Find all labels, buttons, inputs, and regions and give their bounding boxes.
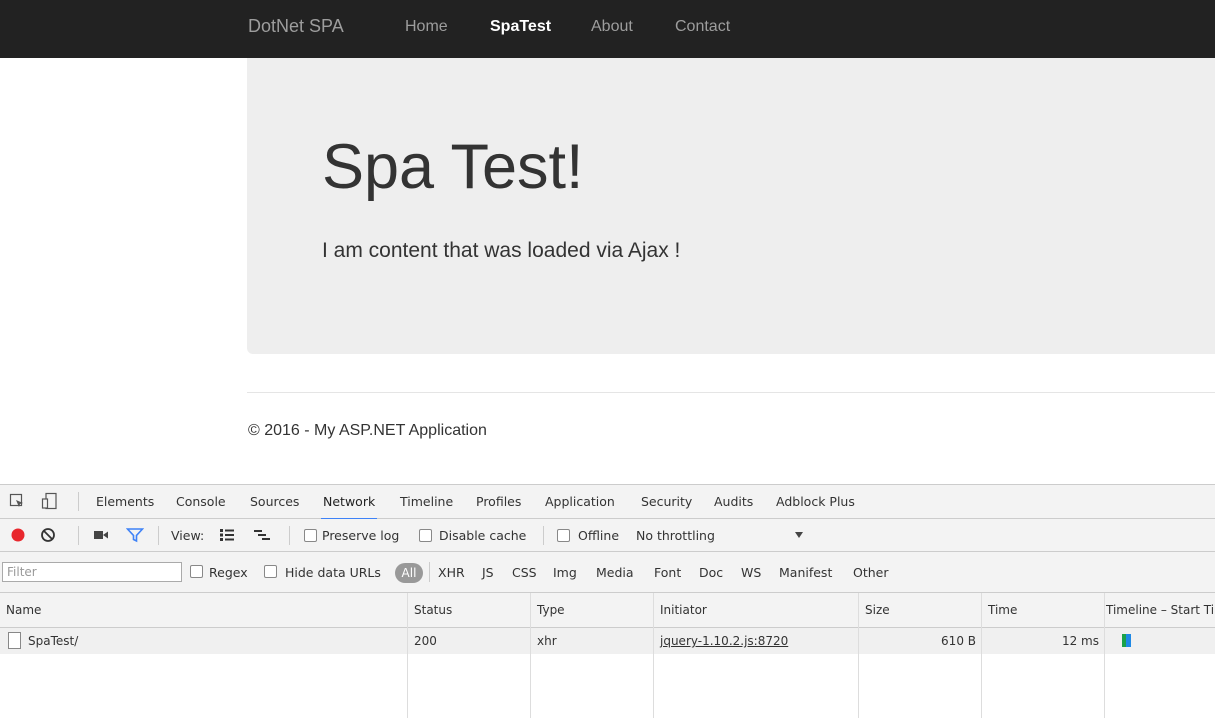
tab-application[interactable]: Application	[545, 494, 615, 509]
offline-label: Offline	[578, 528, 620, 543]
regex-checkbox[interactable]	[190, 565, 203, 578]
column-header-timeline[interactable]: Timeline – Start Ti	[1106, 603, 1214, 617]
nav-link-about[interactable]: About	[591, 18, 633, 36]
jumbotron: Spa Test! I am content that was loaded v…	[247, 58, 1215, 354]
hide-data-urls-checkbox[interactable]	[264, 565, 277, 578]
filter-type-img[interactable]: Img	[553, 565, 577, 580]
column-divider	[858, 593, 859, 718]
disable-cache-checkbox[interactable]	[419, 529, 432, 542]
filter-type-xhr[interactable]: XHR	[438, 565, 465, 580]
devtools-panel: Elements Console Sources Network Timelin…	[0, 484, 1215, 718]
tab-security[interactable]: Security	[641, 494, 692, 509]
separator	[78, 526, 79, 545]
offline-checkbox[interactable]	[557, 529, 570, 542]
filter-input[interactable]	[2, 562, 182, 582]
tab-audits[interactable]: Audits	[714, 494, 753, 509]
tab-profiles[interactable]: Profiles	[476, 494, 521, 509]
footer-divider	[247, 392, 1215, 393]
column-divider	[981, 593, 982, 718]
request-status: 200	[414, 634, 437, 648]
jumbotron-text: I am content that was loaded via Ajax !	[322, 239, 681, 262]
overview-waterfall-icon[interactable]	[253, 528, 271, 542]
network-table-header: Name Status Type Initiator Size Time Tim…	[0, 593, 1215, 628]
filter-type-all[interactable]: All	[395, 563, 423, 583]
column-divider	[407, 593, 408, 718]
separator	[158, 526, 159, 545]
filter-type-manifest[interactable]: Manifest	[779, 565, 832, 580]
tab-network[interactable]: Network	[320, 494, 378, 520]
column-divider	[653, 593, 654, 718]
column-header-name[interactable]: Name	[6, 603, 41, 617]
filter-type-doc[interactable]: Doc	[699, 565, 723, 580]
column-header-time[interactable]: Time	[988, 603, 1017, 617]
filter-type-css[interactable]: CSS	[512, 565, 537, 580]
separator	[78, 492, 79, 511]
column-header-type[interactable]: Type	[537, 603, 565, 617]
filter-type-ws[interactable]: WS	[741, 565, 761, 580]
nav-link-contact[interactable]: Contact	[675, 18, 730, 36]
filter-bar: Regex Hide data URLs All XHR JS CSS Img …	[0, 552, 1215, 593]
disable-cache-label: Disable cache	[439, 528, 527, 543]
table-row[interactable]: SpaTest/ 200 xhr jquery-1.10.2.js:8720 6…	[0, 628, 1215, 654]
navbar: DotNet SPA Home SpaTest About Contact	[0, 0, 1215, 58]
column-divider	[1104, 593, 1105, 718]
request-size: 610 B	[941, 634, 976, 648]
timeline-bar	[1122, 634, 1131, 647]
request-time: 12 ms	[1061, 634, 1099, 648]
filter-type-font[interactable]: Font	[654, 565, 681, 580]
document-icon	[8, 632, 21, 649]
preserve-log-checkbox[interactable]	[304, 529, 317, 542]
request-name[interactable]: SpaTest/	[28, 634, 78, 648]
nav-link-spatest[interactable]: SpaTest	[490, 18, 551, 36]
separator	[543, 526, 544, 545]
device-toolbar-icon[interactable]	[41, 492, 59, 510]
page-title: Spa Test!	[322, 132, 584, 202]
preserve-log-label: Preserve log	[322, 528, 400, 543]
tab-console[interactable]: Console	[176, 494, 226, 509]
tab-sources[interactable]: Sources	[250, 494, 299, 509]
column-header-size[interactable]: Size	[865, 603, 890, 617]
tab-timeline[interactable]: Timeline	[400, 494, 453, 509]
request-type: xhr	[537, 634, 557, 648]
hide-data-urls-label: Hide data URLs	[285, 565, 381, 580]
regex-label: Regex	[209, 565, 248, 580]
filter-type-js[interactable]: JS	[482, 565, 494, 580]
filter-type-other[interactable]: Other	[853, 565, 889, 580]
column-header-initiator[interactable]: Initiator	[660, 603, 707, 617]
clear-icon[interactable]	[40, 527, 56, 543]
separator	[289, 526, 290, 545]
filter-icon[interactable]	[126, 527, 144, 543]
inspect-element-icon[interactable]	[9, 493, 25, 509]
column-header-status[interactable]: Status	[414, 603, 452, 617]
footer-text: © 2016 - My ASP.NET Application	[248, 422, 487, 439]
request-initiator-link[interactable]: jquery-1.10.2.js:8720	[660, 634, 788, 648]
view-label: View:	[171, 528, 205, 543]
tab-adblock-plus[interactable]: Adblock Plus	[776, 494, 855, 509]
network-toolbar: View: Preserve log Disable cache Offline…	[0, 519, 1215, 552]
filter-type-media[interactable]: Media	[596, 565, 634, 580]
separator	[429, 562, 430, 582]
chevron-down-icon[interactable]	[794, 530, 804, 540]
record-icon[interactable]	[11, 528, 25, 542]
brand-link[interactable]: DotNet SPA	[248, 16, 344, 37]
capture-screenshots-icon[interactable]	[93, 528, 109, 542]
throttling-select[interactable]: No throttling	[636, 528, 715, 543]
column-divider	[530, 593, 531, 718]
large-rows-icon[interactable]	[219, 528, 235, 542]
devtools-tabbar: Elements Console Sources Network Timelin…	[0, 485, 1215, 520]
nav-link-home[interactable]: Home	[405, 18, 448, 36]
tab-elements[interactable]: Elements	[96, 494, 154, 509]
